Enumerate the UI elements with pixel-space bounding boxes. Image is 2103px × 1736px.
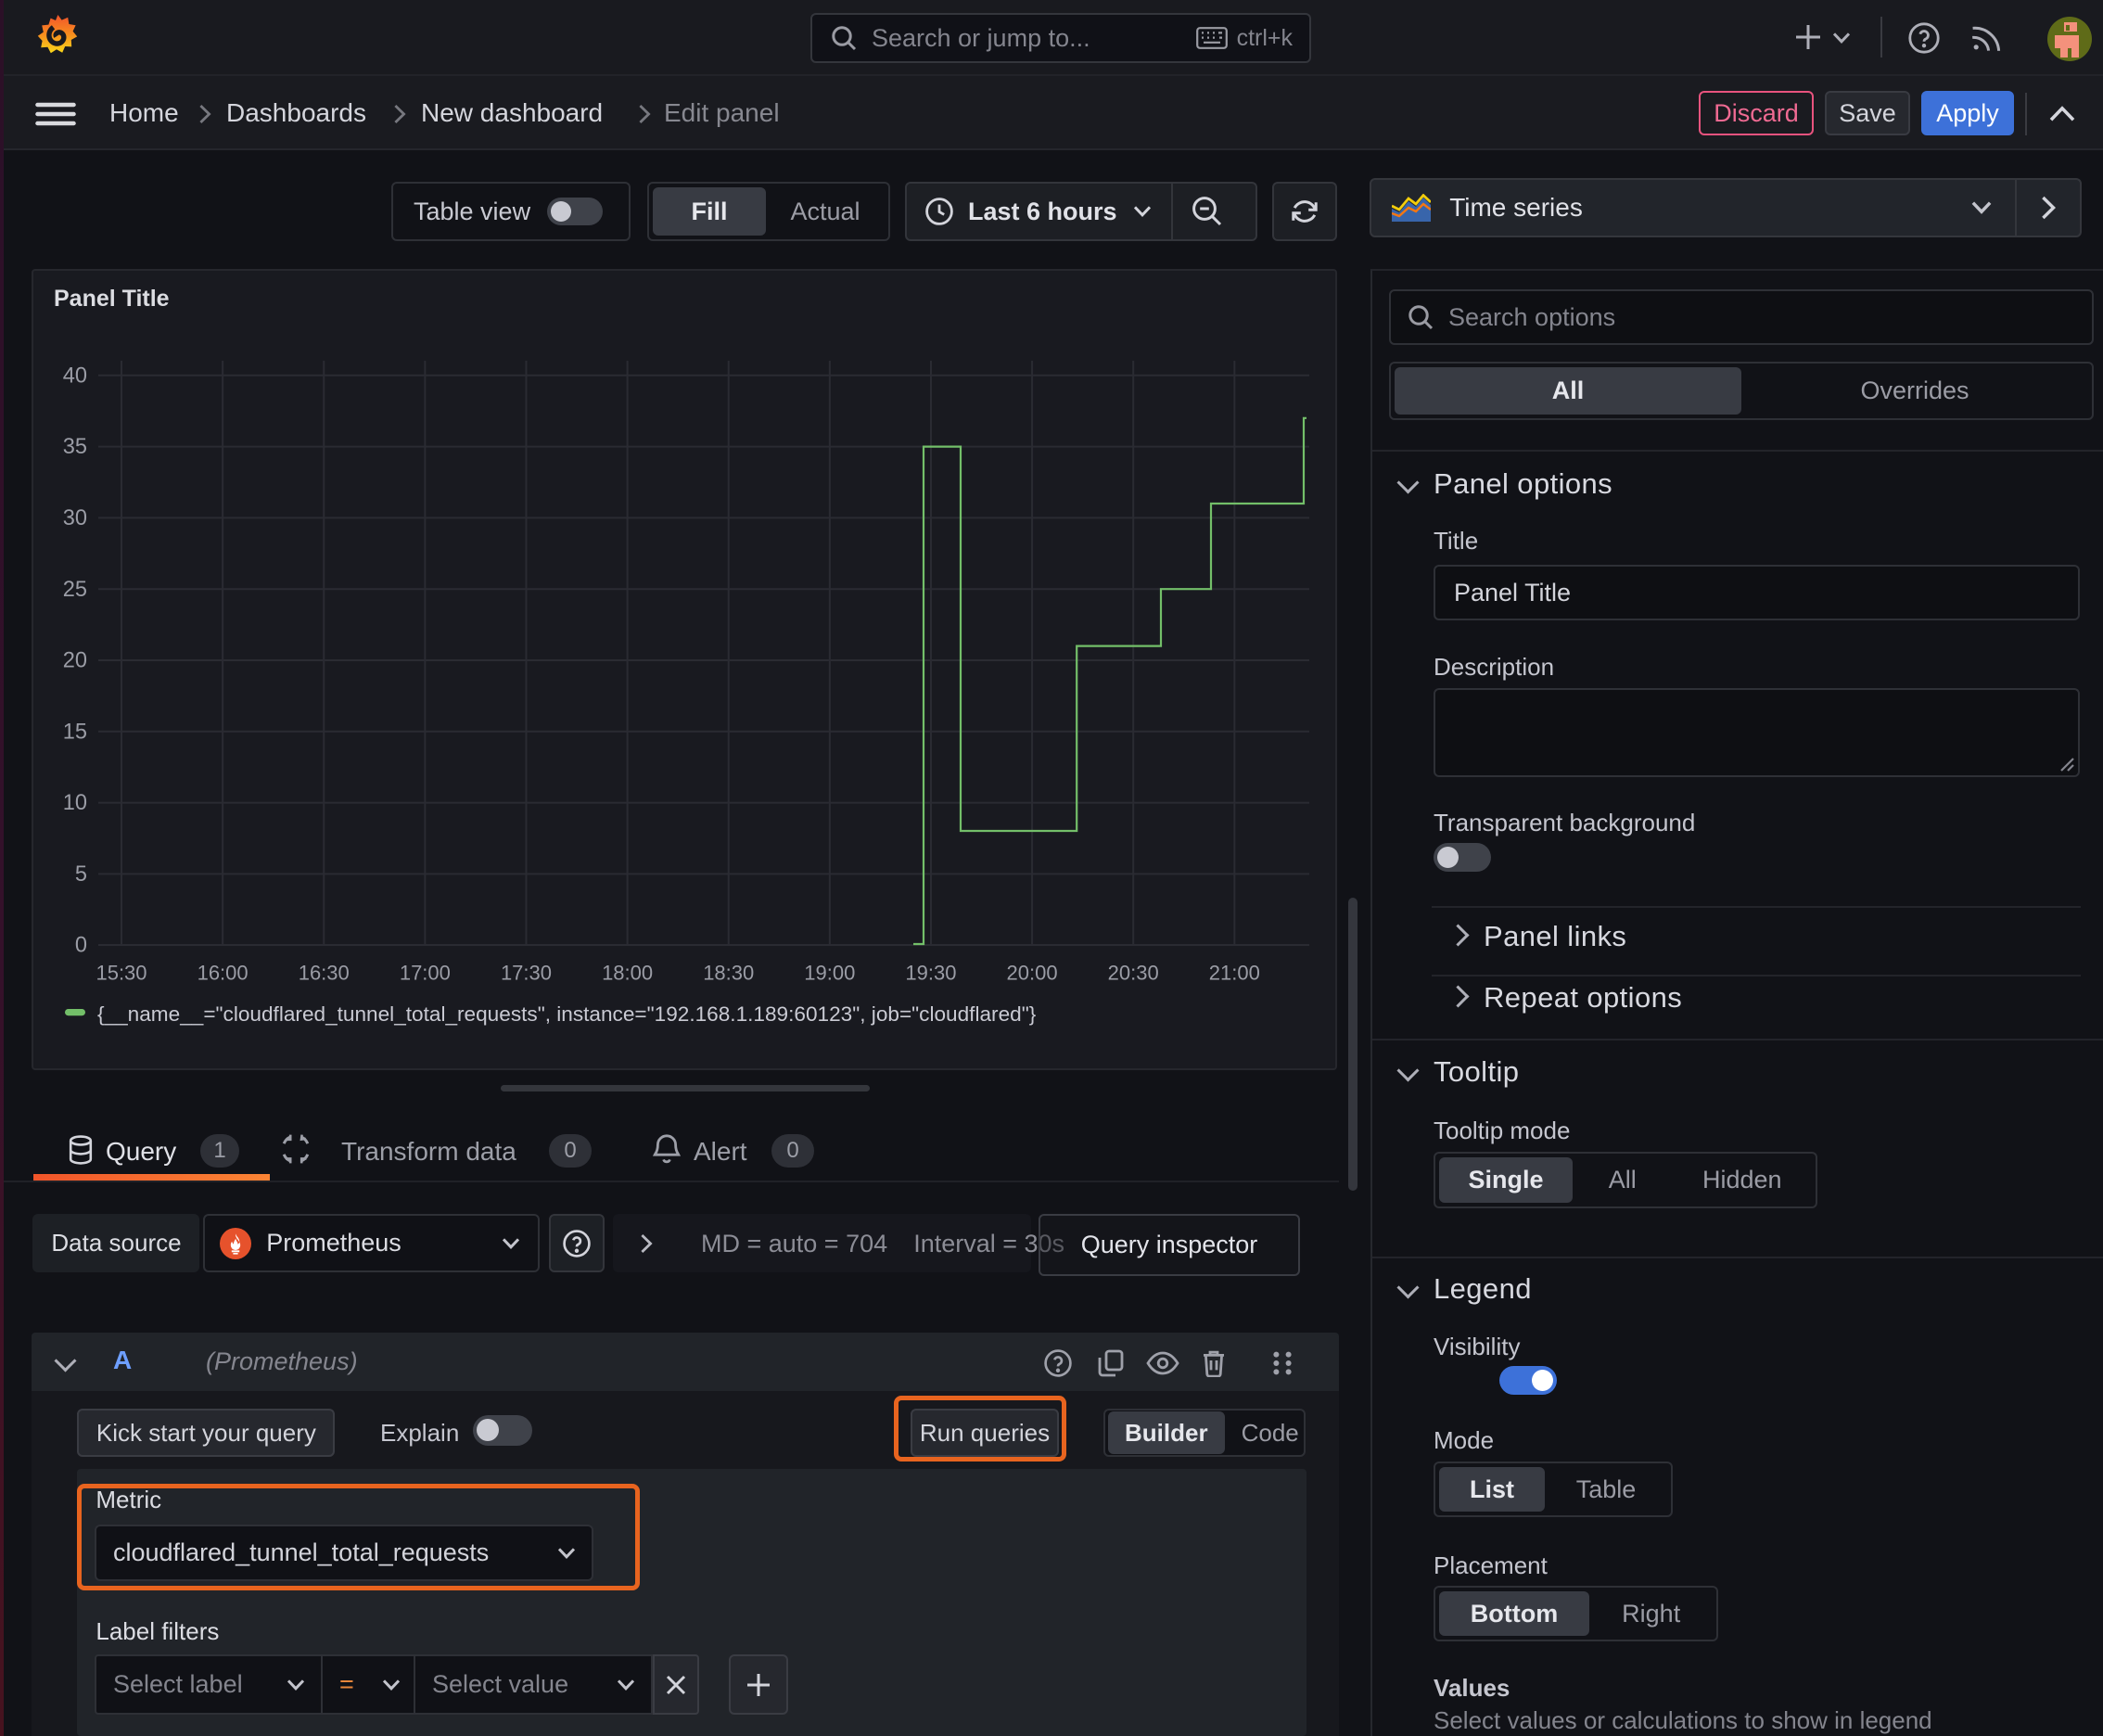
svg-text:18:00: 18:00 xyxy=(602,962,653,985)
svg-text:15: 15 xyxy=(63,720,87,744)
svg-text:10: 10 xyxy=(63,791,87,815)
svg-text:30: 30 xyxy=(63,506,87,530)
svg-text:5: 5 xyxy=(75,862,87,887)
svg-text:16:30: 16:30 xyxy=(299,962,350,985)
svg-text:20:00: 20:00 xyxy=(1007,962,1058,985)
svg-text:40: 40 xyxy=(63,364,87,388)
svg-text:17:30: 17:30 xyxy=(501,962,552,985)
svg-text:15:30: 15:30 xyxy=(96,962,147,985)
svg-text:0: 0 xyxy=(75,934,87,958)
svg-text:17:00: 17:00 xyxy=(400,962,451,985)
svg-text:19:30: 19:30 xyxy=(905,962,956,985)
svg-text:35: 35 xyxy=(63,435,87,459)
svg-text:16:00: 16:00 xyxy=(198,962,249,985)
svg-text:25: 25 xyxy=(63,578,87,602)
svg-text:18:30: 18:30 xyxy=(703,962,754,985)
svg-text:19:00: 19:00 xyxy=(804,962,855,985)
svg-text:20: 20 xyxy=(63,649,87,673)
svg-text:20:30: 20:30 xyxy=(1108,962,1159,985)
svg-text:{__name__="cloudflared_tunnel_: {__name__="cloudflared_tunnel_total_requ… xyxy=(97,1002,1037,1026)
svg-text:21:00: 21:00 xyxy=(1209,962,1260,985)
